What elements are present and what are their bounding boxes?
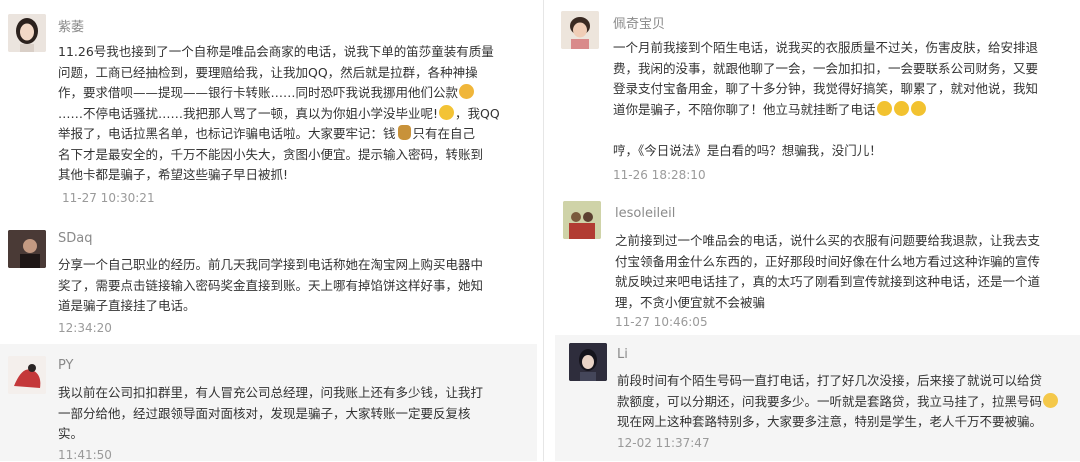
comment-timestamp: 12-02 11:37:47 [617,436,710,450]
comment-timestamp: 11-27 10:30:21 [62,191,155,205]
comment-line: 分享一个自己职业的经历。前几天我同学接到电话称她在淘宝网上购买电器中 [58,257,484,272]
commenter-name[interactable]: PY [58,358,74,373]
comment-timestamp: 11-27 10:46:05 [615,315,708,329]
comment-text: 前段时间有个陌生号码一直打电话，打了好几次没接，后来接了就说可以给贷 款额度，可… [617,371,1059,433]
comment-text: 之前接到过一个唯品会的电话，说什么买的衣服有问题要给我退款，让我去支 付宝领备用… [615,231,1040,313]
avatar-portrait-icon [569,343,607,381]
comment-line: 名下才是最安全的，千万不能因小失大，贪图小便宜。提示输入密码，转账到 [58,146,484,162]
comment-line: 费，我闲的没事，就跟他聊了一会，一会加扣扣，一会要联系公司财务，又要 [613,60,1039,76]
avatar[interactable] [561,11,599,49]
comment-line: 就反映过来吧电话挂了，真的太巧了刚看到宣传就接到这种电话，还是一个道 [615,274,1041,289]
comment-item: PY 我以前在公司扣扣群里，有人冒充公司总经理，问我账上还有多少钱，让我打 一部… [0,344,537,462]
avatar[interactable] [8,230,46,268]
comment-timestamp: 11:41:50 [58,448,112,462]
comment-line [613,120,1038,141]
commenter-name[interactable]: 佩奇宝贝 [613,13,665,32]
thinking-face-emoji-icon [910,100,926,116]
comment-line: 其他卡都是骗子，希望这些骗子早日被抓! [58,167,289,182]
comment-line: 一部分给他，经过跟领导面对面核对，发现是骗子，大家转账一定要反复核 [58,405,471,421]
avatar[interactable] [569,343,607,381]
comment-line: 实。 [58,426,84,441]
comment-line: ……不停电话骚扰……我把那人骂了一顿，真以为你姐小学没毕业呢! ，我QQ [58,104,500,121]
comment-line: 道你是骗子，不陪你聊了！他立马就挂断了电话 [613,100,1038,121]
comment-line: 款额度，可以分期还，问我要多少。一听就是套路贷，我立马挂了，拉黑号码 [617,392,1059,413]
comment-text: 11.26号我也接到了一个自称是唯品会商家的电话，说我下单的笛莎童装有质量 问题… [58,42,500,186]
commenter-name[interactable]: 紫萎 [58,16,84,35]
avatar[interactable] [8,356,46,394]
commenter-name[interactable]: Li [617,347,628,362]
avatar-child-icon [561,11,599,49]
comment-line: 11.26号我也接到了一个自称是唯品会商家的电话，说我下单的笛莎童装有质量 [58,44,494,59]
comment-item: Li 前段时间有个陌生号码一直打电话，打了好几次没接，后来接了就说可以给贷 款额… [555,335,1080,461]
avatar-family-icon [563,201,601,239]
comment-text: 分享一个自己职业的经历。前几天我同学接到电话称她在淘宝网上购买电器中 奖了，需要… [58,255,483,317]
comment-line: 作，要求借呗——提现——银行卡转账……同时恐吓我说我挪用他们公款 [58,83,500,104]
avatar-dark-figure-icon [8,230,46,268]
commenter-name[interactable]: SDaq [58,231,92,246]
sunglasses-emoji-icon [439,104,455,120]
scared-face-emoji-icon [459,84,475,99]
money-bag-emoji-icon [397,125,411,140]
comment-line: 道是骗子直接挂了电话。 [58,298,196,313]
comment-line: 付宝领备用金什么东西的，正好那段时间好像在什么地方看过这种诈骗的宣传 [615,253,1041,269]
comment-timestamp: 12:34:20 [58,321,112,335]
comment-line: 我以前在公司扣扣群里，有人冒充公司总经理，问我账上还有多少钱，让我打 [58,385,484,400]
thinking-face-emoji-icon [876,100,892,116]
comment-line: 举报了，电话拉黑名单，也标记诈骗电话啦。大家要牢记：钱 只有在自己 [58,125,476,141]
comment-line: 一个月前我接到个陌生电话，说我买的衣服质量不过关，伤害皮肤，给安排退 [613,40,1039,55]
comment-line: 哼，《今日说法》是白看的吗？想骗我，没门儿！ [613,142,882,158]
comment-timestamp: 11-26 18:28:10 [613,168,706,182]
avatar[interactable] [8,14,46,52]
avatar-red-figure-icon [8,356,46,394]
commenter-name[interactable]: lesoleileil [615,206,675,221]
comment-line: 登录支付宝备用金，聊了十多分钟，我觉得好搞笑，聊累了，就对他说，我知 [613,81,1039,96]
comment-text: 一个月前我接到个陌生电话，说我买的衣服质量不过关，伤害皮肤，给安排退 费，我闲的… [613,38,1038,161]
comment-line: 之前接到过一个唯品会的电话，说什么买的衣服有问题要给我退款，让我去支 [615,233,1041,248]
comment-item: 佩奇宝贝 一个月前我接到个陌生电话，说我买的衣服质量不过关，伤害皮肤，给安排退 … [555,0,1080,196]
comment-item: SDaq 分享一个自己职业的经历。前几天我同学接到电话称她在淘宝网上购买电器中 … [0,218,537,344]
comment-line: 理，不贪小便宜就不会被骗 [615,294,766,310]
avatar-girl-icon [8,14,46,52]
comment-text: 我以前在公司扣扣群里，有人冒充公司总经理，问我账上还有多少钱，让我打 一部分给他… [58,383,483,445]
avatar[interactable] [563,201,601,239]
comment-item: 紫萎 11.26号我也接到了一个自称是唯品会商家的电话，说我下单的笛莎童装有质量… [0,0,537,218]
comment-line: 问题，工商已经抽检到，要理赔给我，让我加QQ，然后就是拉群，各种神操 [58,64,478,80]
comment-line: 奖了，需要点击链接输入密码奖金直接到账。天上哪有掉馅饼这样好事，她知 [58,277,484,293]
comment-line: 现在网上这种套路特别多，大家要多注意，特别是学生，老人千万不要被骗。 [617,414,1043,429]
comment-line: 前段时间有个陌生号码一直打电话，打了好几次没接，后来接了就说可以给贷 [617,373,1043,388]
comment-item: lesoleileil 之前接到过一个唯品会的电话，说什么买的衣服有问题要给我退… [555,196,1080,335]
grimacing-face-emoji-icon [1043,392,1059,408]
column-divider [543,0,544,461]
thinking-face-emoji-icon [893,100,909,116]
